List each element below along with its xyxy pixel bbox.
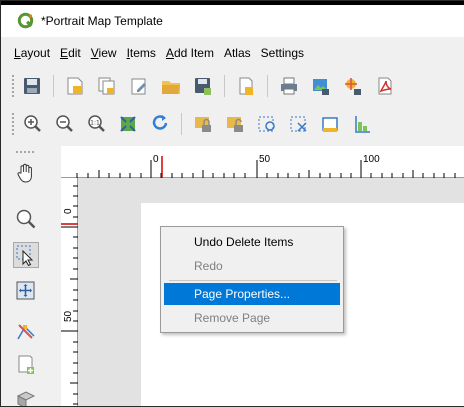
context-menu: Undo Delete Items Redo Page Properties..… <box>160 226 344 333</box>
zoom-out-icon[interactable] <box>53 113 75 135</box>
toolbar-separator <box>224 75 225 97</box>
duplicate-layout-icon[interactable] <box>96 75 118 97</box>
qgis-logo-icon <box>17 12 34 29</box>
add-map-icon[interactable] <box>13 352 39 378</box>
zoom-tool-icon[interactable] <box>13 206 39 232</box>
export-svg-icon[interactable] <box>342 75 364 97</box>
menu-add-item[interactable]: Add Item <box>166 46 214 60</box>
toolbar-grip[interactable] <box>15 150 35 154</box>
select-all-icon[interactable] <box>256 113 278 135</box>
tools-toolbar <box>1 146 46 406</box>
align-bottom-icon[interactable] <box>352 113 374 135</box>
menu-item-page-properties[interactable]: Page Properties... <box>164 283 340 305</box>
move-content-icon[interactable] <box>13 278 39 304</box>
layout-window: *Portrait Map Template Layout Edit View … <box>0 0 464 407</box>
menu-edit[interactable]: Edit <box>60 46 81 60</box>
unlock-items-icon[interactable] <box>224 113 246 135</box>
menu-items[interactable]: Items <box>127 46 156 60</box>
open-template-icon[interactable] <box>160 75 182 97</box>
zoom-in-icon[interactable] <box>21 113 43 135</box>
save-template-icon[interactable] <box>192 75 214 97</box>
export-image-icon[interactable] <box>310 75 332 97</box>
deselect-icon[interactable] <box>288 113 310 135</box>
menu-item-redo[interactable]: Redo <box>164 255 340 277</box>
print-icon[interactable] <box>278 75 300 97</box>
navigation-toolbar: 1:1 <box>1 107 464 141</box>
align-left-icon[interactable] <box>320 113 342 135</box>
add-3d-map-icon[interactable] <box>13 386 39 406</box>
menu-layout[interactable]: Layout <box>14 46 50 60</box>
window-title: *Portrait Map Template <box>41 14 163 28</box>
refresh-icon[interactable] <box>149 113 171 135</box>
svg-text:1:1: 1:1 <box>90 120 100 127</box>
menu-view[interactable]: View <box>91 46 117 60</box>
pan-icon[interactable] <box>13 160 39 186</box>
edit-nodes-icon[interactable] <box>13 318 39 344</box>
horizontal-ruler[interactable]: 0 50 100 <box>61 146 464 178</box>
layout-toolbar <box>1 69 464 103</box>
title-bar: *Portrait Map Template <box>1 5 464 37</box>
layout-manager-icon[interactable] <box>128 75 150 97</box>
ruler-label: 0 <box>153 154 159 165</box>
menu-item-undo-delete-items[interactable]: Undo Delete Items <box>164 231 340 253</box>
add-pages-icon[interactable] <box>235 75 257 97</box>
ruler-label: 50 <box>63 310 74 322</box>
vertical-ruler[interactable]: 0 50 <box>61 178 78 406</box>
zoom-actual-icon[interactable]: 1:1 <box>85 113 107 135</box>
export-pdf-icon[interactable] <box>374 75 396 97</box>
menu-bar: Layout Edit View Items Add Item Atlas Se… <box>1 39 464 67</box>
toolbar-grip[interactable] <box>11 112 15 136</box>
toolbar-separator <box>267 75 268 97</box>
ruler-label: 50 <box>259 154 271 165</box>
zoom-full-icon[interactable] <box>117 113 139 135</box>
menu-item-remove-page[interactable]: Remove Page <box>164 307 340 329</box>
menu-separator <box>169 280 337 281</box>
menu-atlas[interactable]: Atlas <box>224 46 251 60</box>
save-icon[interactable] <box>21 75 43 97</box>
ruler-label: 0 <box>63 208 74 214</box>
toolbar-grip[interactable] <box>11 74 15 98</box>
toolbar-separator <box>181 113 182 135</box>
menu-settings[interactable]: Settings <box>261 46 304 60</box>
select-move-icon[interactable] <box>13 242 39 268</box>
ruler-label: 100 <box>363 154 380 165</box>
lock-items-icon[interactable] <box>192 113 214 135</box>
toolbar-separator <box>53 75 54 97</box>
new-layout-icon[interactable] <box>64 75 86 97</box>
